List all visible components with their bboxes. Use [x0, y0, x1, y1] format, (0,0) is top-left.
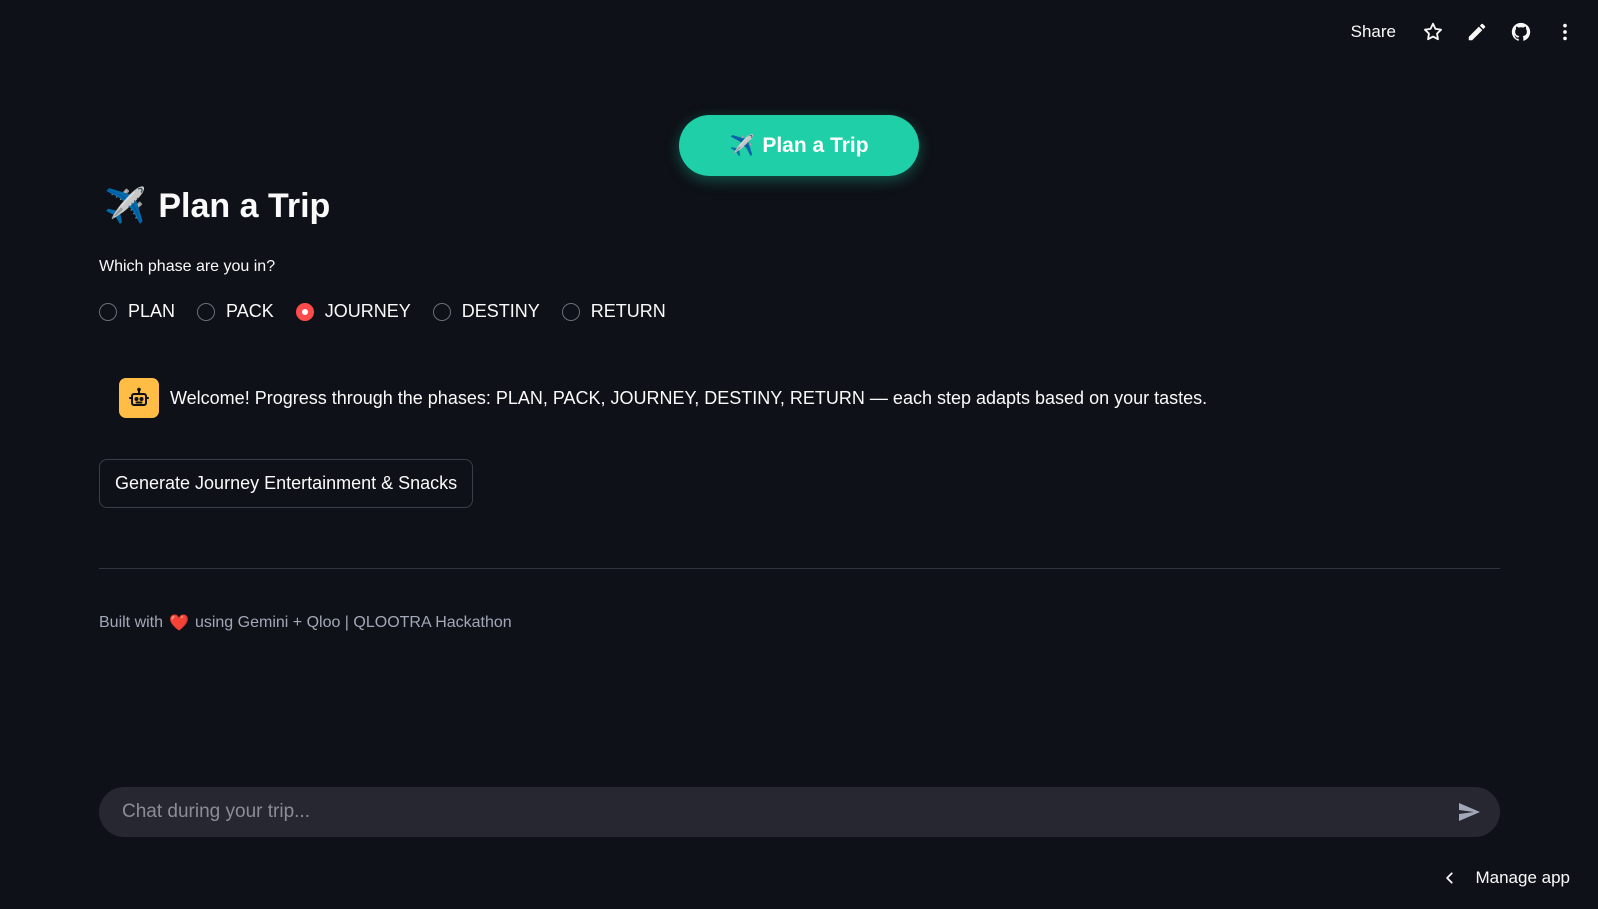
chat-input-container: [99, 787, 1500, 837]
github-icon[interactable]: [1510, 21, 1532, 43]
share-button[interactable]: Share: [1347, 22, 1400, 42]
more-vertical-icon[interactable]: [1554, 21, 1576, 43]
divider: [99, 568, 1500, 569]
heart-icon: ❤️: [169, 615, 189, 632]
pencil-icon[interactable]: [1466, 21, 1488, 43]
phase-option-label: RETURN: [590, 301, 666, 321]
generate-journey-button[interactable]: Generate Journey Entertainment & Snacks: [99, 459, 474, 508]
robot-icon: [119, 378, 159, 418]
radio-dot: [301, 308, 308, 315]
radio-unchecked-icon[interactable]: [99, 302, 117, 321]
welcome-text: Welcome! Progress through the phases: PL…: [170, 387, 1208, 408]
radio-unchecked-icon[interactable]: [432, 302, 451, 321]
phase-question-label: Which phase are you in?: [99, 258, 276, 275]
footer-credit: Built with ❤️ using Gemini + Qloo | QLOO…: [99, 613, 512, 633]
manage-app-button[interactable]: Manage app: [1443, 868, 1570, 888]
footer-suffix: using Gemini + Qloo | QLOOTRA Hackathon: [194, 614, 512, 631]
phase-radio-group: PLAN PACK JOURNEY DESTINY RETURN: [99, 301, 666, 322]
radio-unchecked-icon[interactable]: [561, 302, 580, 321]
send-icon[interactable]: [1456, 799, 1482, 825]
page-title-text: Plan a Trip: [158, 186, 331, 225]
radio-checked-icon[interactable]: [295, 302, 314, 321]
footer-prefix: Built with: [99, 614, 164, 631]
phase-option-label: PLAN: [128, 301, 176, 321]
phase-option-pack[interactable]: PACK: [197, 301, 274, 322]
plan-trip-hero-button[interactable]: ✈️ Plan a Trip: [679, 115, 919, 176]
app-page: Share ✈️ Plan a Trip ✈️ Plan a Trip Whic…: [0, 0, 1598, 909]
assistant-welcome-message: Welcome! Progress through the phases: PL…: [119, 378, 1207, 418]
phase-option-destiny[interactable]: DESTINY: [432, 301, 540, 322]
hero-button-label: Plan a Trip: [762, 133, 869, 157]
top-toolbar: Share: [1347, 14, 1576, 50]
phase-option-label: PACK: [226, 301, 274, 321]
airplane-icon: ✈️: [104, 187, 147, 225]
chevron-left-icon: [1446, 872, 1454, 884]
manage-app-label: Manage app: [1475, 868, 1570, 887]
phase-option-label: JOURNEY: [324, 301, 411, 321]
phase-option-return[interactable]: RETURN: [561, 301, 666, 322]
chat-input[interactable]: [120, 800, 1456, 824]
phase-option-journey[interactable]: JOURNEY: [295, 301, 411, 322]
page-title: ✈️ Plan a Trip: [104, 186, 330, 226]
phase-option-plan[interactable]: PLAN: [99, 301, 175, 322]
airplane-icon: ✈️: [729, 135, 755, 157]
radio-unchecked-icon[interactable]: [197, 302, 216, 321]
star-icon[interactable]: [1422, 21, 1444, 43]
phase-option-label: DESTINY: [461, 301, 540, 321]
